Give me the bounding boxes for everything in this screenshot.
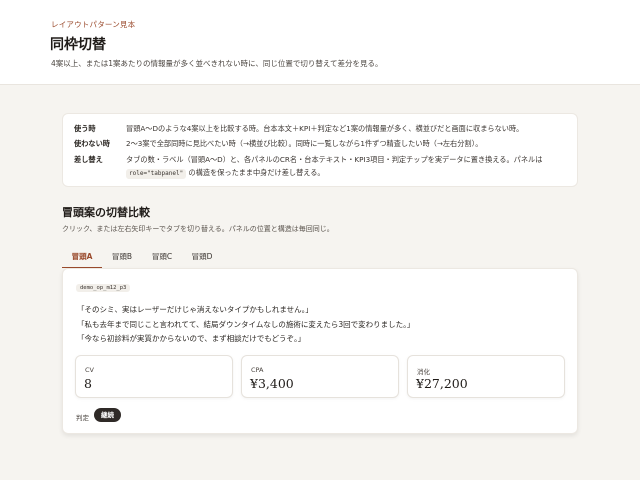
rule-label: 使う時 (74, 124, 96, 133)
script-line: 「そのシミ、実はレーザーだけじゃ消えないタイプかもしれません。」 (77, 305, 313, 314)
tab-opening-a[interactable]: 冒頭A (62, 244, 102, 268)
kpi-label: CPA (251, 366, 264, 374)
tab-opening-d[interactable]: 冒頭D (182, 244, 222, 268)
kpi-value: ¥3,400 (250, 376, 294, 391)
script-line: 「私も去年まで同じこと言われてて、結局ダウンタイムなしの施術に変えたら3回で変わ… (77, 320, 415, 329)
page-description: 4案以上、または1案あたりの情報量が多く並べきれない時に、同じ位置で切り替えて差… (51, 59, 383, 68)
rule-text-line1: タブの数・ラベル（冒頭A〜D）と、各パネルのCR名・台本テキスト・KPI3項目・… (126, 155, 543, 164)
tab-opening-b[interactable]: 冒頭B (102, 244, 142, 268)
kpi-card-cpa: CPA ¥3,400 (241, 355, 399, 398)
eyebrow-label: レイアウトパターン見本 (51, 20, 136, 29)
kpi-value: ¥27,200 (416, 376, 468, 391)
kpi-label: CV (85, 366, 94, 374)
section-title: 冒頭案の切替比較 (62, 206, 150, 219)
page-title: 同枠切替 (50, 37, 106, 53)
kpi-card-spend: 消化 ¥27,200 (407, 355, 565, 398)
cr-name-chip: demo_op_m12_p3 (76, 284, 131, 292)
rule-text-line2: の構造を保ったまま中身だけ差し替える。 (188, 168, 325, 177)
kpi-value: 8 (84, 376, 92, 391)
rule-label: 差し替え (74, 155, 103, 164)
kpi-label: 消化 (417, 368, 430, 376)
tab-bar: 冒頭A 冒頭B 冒頭C 冒頭D (62, 244, 578, 268)
usage-rules-card: 使う時 冒頭A〜Dのような4案以上を比較する時。台本本文＋KPI＋判定など1案の… (62, 113, 578, 187)
rule-label: 使わない時 (74, 139, 110, 148)
verdict-label: 判定 (76, 414, 89, 422)
rule-text: タブの数・ラベル（冒頭A〜D）と、各パネルのCR名・台本テキスト・KPI3項目・… (126, 153, 542, 179)
kpi-card-cv: CV 8 (75, 355, 233, 398)
section-description: クリック、または左右矢印キーでタブを切り替える。パネルの位置と構造は毎回同じ。 (62, 225, 334, 233)
tab-opening-c[interactable]: 冒頭C (142, 244, 182, 268)
rule-text: 2〜3案で全部同時に見比べたい時（→横並び比較）。同時に一覧しながら1件ずつ精査… (126, 139, 483, 148)
verdict-badge: 継続 (94, 408, 121, 422)
script-line: 「今なら初診料が実質かからないので、まず相談だけでもどうぞ。」 (77, 334, 306, 343)
code-chip: role="tabpanel" (126, 169, 187, 179)
page-header: レイアウトパターン見本 同枠切替 4案以上、または1案あたりの情報量が多く並べき… (0, 0, 640, 85)
tab-panel: demo_op_m12_p3 「そのシミ、実はレーザーだけじゃ消えないタイプかも… (62, 268, 578, 434)
rule-text: 冒頭A〜Dのような4案以上を比較する時。台本本文＋KPI＋判定など1案の情報量が… (126, 124, 524, 133)
